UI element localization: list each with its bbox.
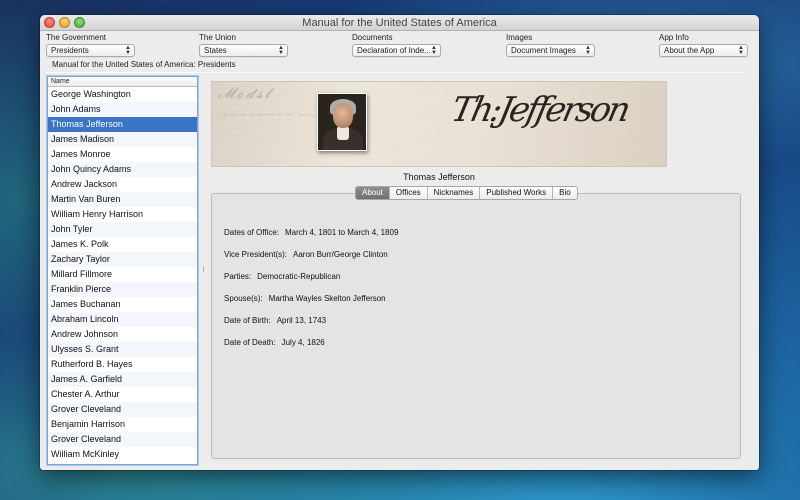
list-item[interactable]: Franklin Pierce: [48, 282, 197, 297]
field-label: Date of Death:: [224, 338, 276, 347]
field-value: July 4, 1826: [281, 338, 325, 347]
list-item[interactable]: Grover Cleveland: [48, 402, 197, 417]
list-item[interactable]: Rutherford B. Hayes: [48, 357, 197, 372]
chevron-updown-icon: ▲ ▼: [431, 44, 437, 56]
union-popup-value: States: [204, 46, 227, 55]
app-info-group: App Info About the App ▲ ▼: [659, 32, 748, 57]
tab-published-works[interactable]: Published Works: [480, 187, 554, 199]
close-window-button[interactable]: [44, 17, 55, 28]
about-fields: Dates of Office: March 4, 1801 to March 4…: [224, 228, 398, 360]
images-label: Images: [506, 33, 533, 42]
chevron-updown-icon: ▲ ▼: [278, 44, 284, 56]
split-view-divider[interactable]: [200, 76, 208, 465]
list-item[interactable]: Abraham Lincoln: [48, 312, 197, 327]
title-bar: Manual for the United States of America: [40, 15, 759, 31]
union-popup[interactable]: States ▲ ▼: [199, 44, 288, 57]
list-item[interactable]: Andrew Jackson: [48, 177, 197, 192]
field-value: Democratic-Republican: [257, 272, 341, 281]
window-controls: [44, 17, 85, 28]
union-group: The Union States ▲ ▼: [199, 32, 288, 57]
portrait-face: [333, 103, 353, 128]
portrait-collar: [337, 126, 349, 140]
info-field: Dates of Office: March 4, 1801 to March 4…: [224, 228, 398, 250]
field-value: March 4, 1801 to March 4, 1809: [285, 228, 399, 237]
list-item[interactable]: Thomas Jefferson: [48, 117, 197, 132]
list-item[interactable]: William McKinley: [48, 447, 197, 462]
toolbar: The Government Presidents ▲ ▼ The Union S…: [40, 32, 759, 76]
president-portrait: [317, 93, 367, 151]
list-column-header[interactable]: Name: [48, 77, 197, 87]
app-info-popup-value: About the App: [664, 46, 715, 55]
field-label: Date of Birth:: [224, 316, 271, 325]
zoom-window-button[interactable]: [74, 17, 85, 28]
government-label: The Government: [46, 33, 107, 42]
info-field: Parties: Democratic-Republican: [224, 272, 398, 294]
window-title: Manual for the United States of America: [302, 17, 497, 29]
documents-group: Documents Declaration of Inde... ▲ ▼: [352, 32, 441, 57]
minimize-window-button[interactable]: [59, 17, 70, 28]
breadcrumb: Manual for the United States of America:…: [52, 60, 236, 69]
list-item[interactable]: Benjamin Harrison: [48, 417, 197, 432]
list-item[interactable]: James Buchanan: [48, 297, 197, 312]
documents-popup[interactable]: Declaration of Inde... ▲ ▼: [352, 44, 441, 57]
government-popup[interactable]: Presidents ▲ ▼: [46, 44, 135, 57]
documents-popup-value: Declaration of Inde...: [357, 46, 431, 55]
info-field: Date of Death: July 4, 1826: [224, 338, 398, 360]
field-label: Dates of Office:: [224, 228, 279, 237]
list-item[interactable]: Zachary Taylor: [48, 252, 197, 267]
detail-pane: 𝓜𝓸𝓭𝓼𝓽 ~~~~~~~~ ~~~~~~ Th:Jefferson Thoma…: [210, 76, 746, 465]
info-field: Spouse(s): Martha Wayles Skelton Jefferso…: [224, 294, 398, 316]
field-label: Parties:: [224, 272, 252, 281]
list-item[interactable]: James A. Garfield: [48, 372, 197, 387]
list-item[interactable]: Chester A. Arthur: [48, 387, 197, 402]
list-item[interactable]: John Tyler: [48, 222, 197, 237]
list-item[interactable]: Millard Fillmore: [48, 267, 197, 282]
union-label: The Union: [199, 33, 236, 42]
list-item[interactable]: James K. Polk: [48, 237, 197, 252]
list-item[interactable]: George Washington: [48, 87, 197, 102]
list-item[interactable]: James Monroe: [48, 147, 197, 162]
chevron-updown-icon: ▲ ▼: [585, 44, 591, 56]
toolbar-divider: [46, 72, 746, 73]
president-list[interactable]: Name George Washington John Adams Thomas J…: [47, 76, 198, 465]
images-group: Images Document Images ▲ ▼: [506, 32, 595, 57]
app-info-popup[interactable]: About the App ▲ ▼: [659, 44, 748, 57]
field-value: Aaron Burr/George Clinton: [293, 250, 388, 259]
chevron-updown-icon: ▲ ▼: [738, 44, 744, 56]
field-label: Vice President(s):: [224, 250, 287, 259]
detail-tabs: About Offices Nicknames Published Works Bio: [355, 186, 578, 200]
president-name: Thomas Jefferson: [403, 172, 475, 182]
images-popup-value: Document Images: [511, 46, 576, 55]
tab-bio[interactable]: Bio: [553, 187, 577, 199]
signature-banner: 𝓜𝓸𝓭𝓼𝓽 ~~~~~~~~ ~~~~~~ Th:Jefferson: [211, 81, 667, 167]
list-item[interactable]: William Henry Harrison: [48, 207, 197, 222]
field-value: April 13, 1743: [276, 316, 327, 325]
tab-nicknames[interactable]: Nicknames: [428, 187, 481, 199]
app-info-label: App Info: [659, 33, 689, 42]
info-field: Date of Birth: April 13, 1743: [224, 316, 398, 338]
tab-offices[interactable]: Offices: [390, 187, 428, 199]
list-item[interactable]: James Madison: [48, 132, 197, 147]
president-signature: Th:Jefferson: [447, 90, 632, 130]
government-group: The Government Presidents ▲ ▼: [46, 32, 135, 57]
field-value: Martha Wayles Skelton Jefferson: [268, 294, 386, 303]
list-item[interactable]: John Adams: [48, 102, 197, 117]
tab-content: Dates of Office: March 4, 1801 to March 4…: [211, 193, 741, 459]
divider-grip-icon: [203, 266, 204, 272]
list-item[interactable]: Grover Cleveland: [48, 432, 197, 447]
info-field: Vice President(s): Aaron Burr/George Clin…: [224, 250, 398, 272]
document-texture: 𝓜𝓸𝓭𝓼𝓽: [218, 84, 273, 102]
list-item[interactable]: Ulysses S. Grant: [48, 342, 197, 357]
tab-about[interactable]: About: [356, 187, 390, 199]
list-item[interactable]: Andrew Johnson: [48, 327, 197, 342]
app-window: Manual for the United States of America …: [40, 15, 759, 470]
list-item[interactable]: Martin Van Buren: [48, 192, 197, 207]
images-popup[interactable]: Document Images ▲ ▼: [506, 44, 595, 57]
government-popup-value: Presidents: [51, 46, 89, 55]
list-rows: George Washington John Adams Thomas Jeffer…: [48, 87, 197, 462]
documents-label: Documents: [352, 33, 393, 42]
field-label: Spouse(s):: [224, 294, 263, 303]
chevron-updown-icon: ▲ ▼: [125, 44, 131, 56]
list-item[interactable]: John Quincy Adams: [48, 162, 197, 177]
